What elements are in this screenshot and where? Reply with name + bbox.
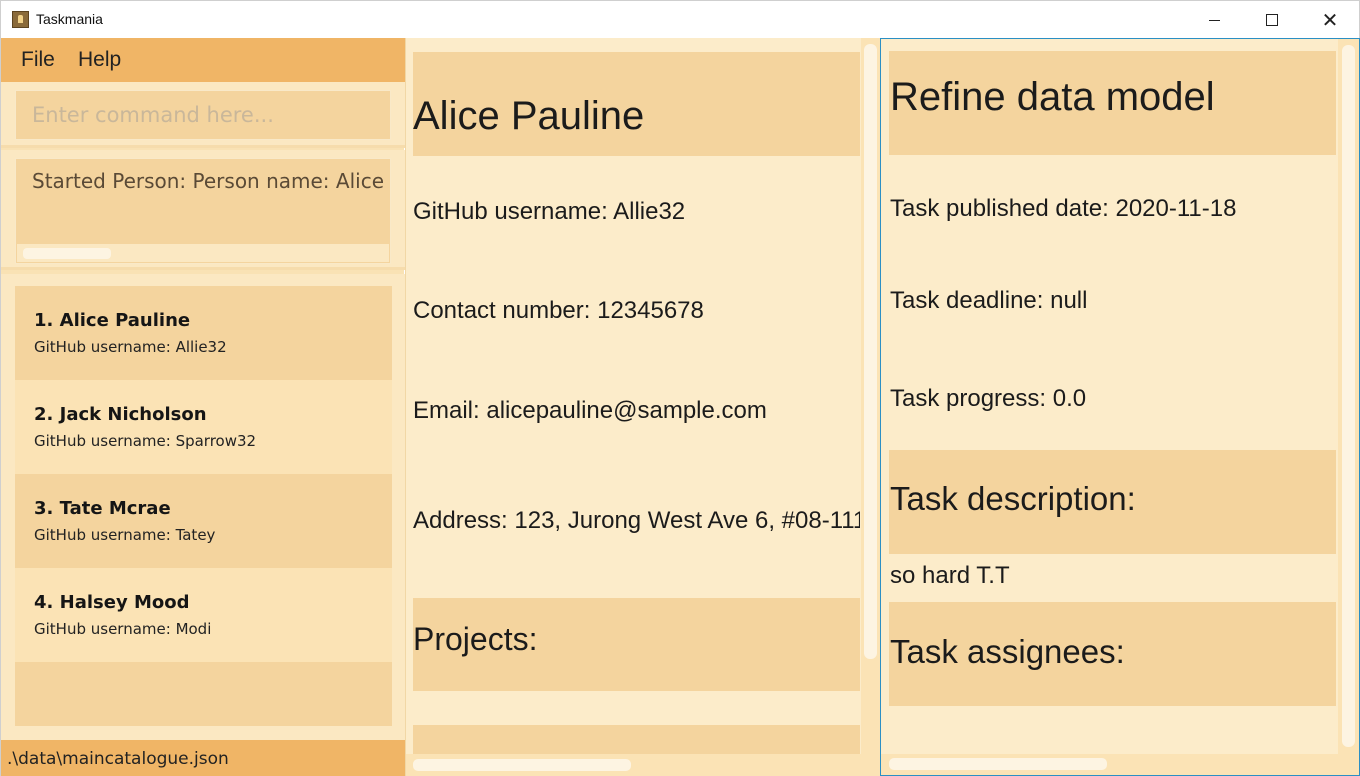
window-title: Taskmania bbox=[36, 11, 103, 27]
task-assignees-heading: Task assignees: bbox=[890, 633, 1125, 670]
result-horizontal-scrollbar[interactable] bbox=[17, 244, 389, 262]
menu-bar: File Help bbox=[1, 38, 405, 82]
minimize-icon bbox=[1208, 19, 1220, 21]
task-progress: Task progress: 0.0 bbox=[890, 385, 1087, 412]
task-detail-vertical-scrollbar[interactable] bbox=[1338, 39, 1359, 754]
app-icon bbox=[12, 11, 29, 28]
person-detail-horizontal-scrollbar[interactable] bbox=[406, 754, 881, 776]
command-box-container bbox=[1, 82, 405, 148]
result-display-container: Started Person: Person name: Alice Pauli… bbox=[1, 150, 405, 270]
person-card-github: GitHub username: Sparrow32 bbox=[34, 432, 257, 450]
person-card[interactable]: 3. Tate Mcrae GitHub username: Tatey bbox=[15, 474, 392, 568]
person-detail-github: GitHub username: Allie32 bbox=[413, 198, 686, 225]
task-detail-title: Refine data model bbox=[890, 75, 1215, 119]
person-detail-email: Email: alicepauline@sample.com bbox=[413, 397, 767, 424]
person-card-title: 4. Halsey Mood bbox=[34, 592, 190, 613]
task-detail-vscroll-thumb[interactable] bbox=[1342, 45, 1355, 747]
person-card-title: 1. Alice Pauline bbox=[34, 310, 191, 331]
person-card[interactable]: 4. Halsey Mood GitHub username: Modi bbox=[15, 568, 392, 662]
maximize-icon bbox=[1266, 14, 1278, 26]
command-input[interactable] bbox=[15, 90, 391, 140]
projects-heading: Projects: bbox=[413, 621, 538, 657]
status-bar: .\data\maincatalogue.json bbox=[1, 740, 405, 776]
person-card-title: 3. Tate Mcrae bbox=[34, 498, 171, 519]
person-detail-vertical-scrollbar[interactable] bbox=[861, 38, 880, 756]
person-list-panel: 1. Alice Pauline GitHub username: Allie3… bbox=[1, 274, 405, 740]
close-button[interactable]: ✕ bbox=[1301, 1, 1359, 39]
task-deadline: Task deadline: null bbox=[890, 287, 1088, 314]
person-card-github: GitHub username: Tatey bbox=[34, 526, 216, 544]
maximize-button[interactable] bbox=[1243, 1, 1301, 39]
task-detail-hscroll-thumb[interactable] bbox=[889, 758, 1107, 770]
save-location: .\data\maincatalogue.json bbox=[7, 749, 229, 769]
person-card-title: 2. Jack Nicholson bbox=[34, 404, 207, 425]
person-detail-hscroll-thumb[interactable] bbox=[413, 759, 631, 771]
person-card[interactable]: 2. Jack Nicholson GitHub username: Sparr… bbox=[15, 380, 392, 474]
result-text: Started Person: Person name: Alice Pauli… bbox=[32, 169, 390, 193]
menu-help[interactable]: Help bbox=[78, 48, 121, 72]
window-titlebar: Taskmania ✕ bbox=[0, 0, 1360, 38]
result-display[interactable]: Started Person: Person name: Alice Pauli… bbox=[15, 158, 391, 264]
task-detail-horizontal-scrollbar[interactable] bbox=[881, 754, 1359, 775]
person-card[interactable]: 1. Alice Pauline GitHub username: Allie3… bbox=[15, 286, 392, 380]
task-published-date: Task published date: 2020-11-18 bbox=[890, 195, 1237, 222]
person-list[interactable]: 1. Alice Pauline GitHub username: Allie3… bbox=[15, 286, 392, 726]
person-detail-name: Alice Pauline bbox=[413, 94, 645, 138]
person-detail-address: Address: 123, Jurong West Ave 6, #08-111 bbox=[413, 507, 860, 534]
person-detail-header: Alice Pauline bbox=[413, 52, 860, 156]
person-detail-vscroll-thumb[interactable] bbox=[864, 44, 877, 659]
person-card-github: GitHub username: Allie32 bbox=[34, 338, 227, 356]
result-scroll-thumb[interactable] bbox=[23, 248, 111, 259]
minimize-button[interactable] bbox=[1185, 1, 1243, 39]
task-description-heading: Task description: bbox=[890, 480, 1136, 517]
person-detail-contact: Contact number: 12345678 bbox=[413, 297, 704, 324]
close-icon: ✕ bbox=[1321, 8, 1339, 32]
task-description: so hard T.T bbox=[890, 562, 1010, 589]
menu-file[interactable]: File bbox=[21, 48, 55, 72]
left-pane: File Help Started Person: Person name: A… bbox=[0, 38, 405, 776]
project-list-item[interactable] bbox=[413, 725, 860, 755]
person-detail-pane: Alice Pauline GitHub username: Allie32 C… bbox=[405, 38, 881, 776]
task-detail-pane: Refine data model Task published date: 2… bbox=[880, 38, 1360, 776]
person-card-github: GitHub username: Modi bbox=[34, 620, 212, 638]
